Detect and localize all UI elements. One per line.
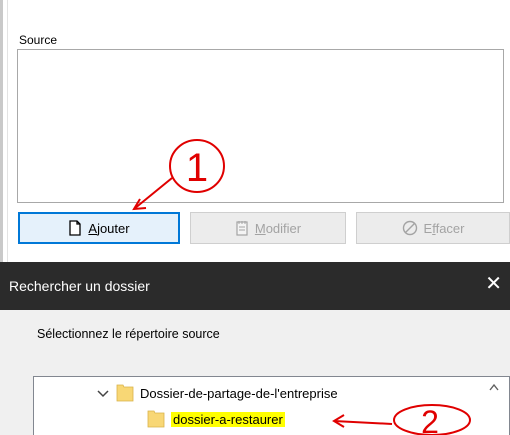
- notepad-icon: [235, 220, 249, 236]
- source-list[interactable]: [17, 49, 504, 203]
- close-icon[interactable]: ✕: [485, 274, 502, 294]
- scroll-up-icon[interactable]: [489, 383, 499, 394]
- folder-icon: [116, 382, 134, 405]
- folder-tree[interactable]: Dossier-de-partage-de-l'entreprise dossi…: [33, 376, 510, 435]
- dialog-title-bar: Rechercher un dossier ✕: [0, 262, 510, 310]
- chevron-down-icon[interactable]: [96, 387, 110, 401]
- tree-item-label: dossier-a-restaurer: [171, 412, 285, 427]
- modify-button[interactable]: Modifier: [190, 212, 346, 244]
- window-frame-inner: [7, 0, 8, 262]
- add-button-label: Ajouter: [88, 220, 130, 236]
- folder-icon: [147, 408, 165, 431]
- dialog-prompt: Sélectionnez le répertoire source: [37, 327, 220, 341]
- erase-button[interactable]: Effacer: [356, 212, 510, 244]
- tree-item-label: Dossier-de-partage-de-l'entreprise: [140, 386, 338, 401]
- new-document-icon: [68, 220, 82, 236]
- dialog-title: Rechercher un dossier: [9, 278, 150, 294]
- tree-item-dossier-a-restaurer[interactable]: dossier-a-restaurer: [147, 408, 285, 431]
- tree-item-dossier-de-partage[interactable]: Dossier-de-partage-de-l'entreprise: [96, 382, 338, 405]
- add-button[interactable]: Ajouter: [18, 212, 180, 244]
- erase-button-label: Effacer: [423, 220, 465, 236]
- no-entry-icon: [402, 220, 418, 236]
- modify-button-label: Modifier: [254, 220, 302, 236]
- source-label: Source: [19, 33, 58, 47]
